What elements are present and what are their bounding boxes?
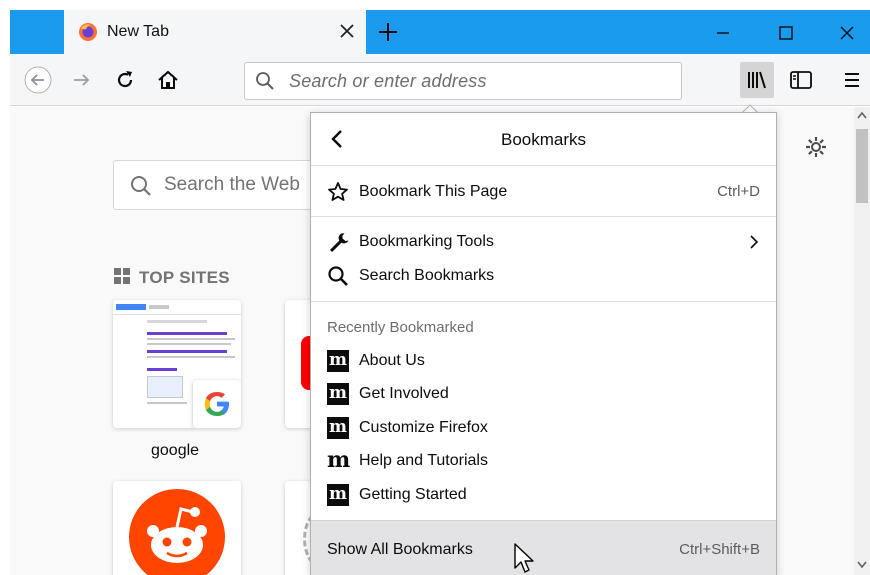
recent-bookmark-item[interactable]: m About Us	[311, 344, 776, 378]
gear-icon[interactable]	[804, 135, 828, 159]
mozilla-m-icon: m	[327, 350, 349, 372]
back-arrow-icon[interactable]	[24, 66, 52, 94]
scroll-down-arrow-icon[interactable]	[857, 561, 867, 569]
google-favicon-badge	[193, 380, 241, 428]
footer-label: Show All Bookmarks	[327, 541, 473, 558]
address-bar[interactable]: Search or enter address	[244, 62, 682, 100]
web-search-placeholder: Search the Web	[164, 174, 300, 195]
tab-new-tab[interactable]: New Tab	[64, 10, 366, 54]
close-window-icon[interactable]	[836, 22, 858, 44]
mozilla-m-icon: m	[327, 447, 351, 473]
tab-title: New Tab	[107, 23, 169, 40]
bookmarks-panel: Bookmarks Bookmark This Page Ctrl+D Book…	[310, 112, 777, 575]
search-bookmarks-item[interactable]: Search Bookmarks	[311, 259, 776, 293]
chevron-right-icon	[750, 235, 759, 249]
menu-item-label: Get Involved	[359, 385, 449, 402]
reload-icon[interactable]	[111, 66, 139, 94]
google-g-icon	[205, 392, 229, 416]
star-icon	[328, 182, 348, 201]
panel-title: Bookmarks	[500, 130, 587, 149]
mozilla-m-icon: m	[327, 417, 349, 439]
menu-item-label: Search Bookmarks	[359, 267, 495, 284]
menu-item-label: Bookmark This Page	[359, 183, 508, 200]
separator	[311, 301, 776, 302]
menu-item-label: Getting Started	[359, 486, 467, 503]
show-all-bookmarks-button[interactable]: Show All Bookmarks Ctrl+Shift+B	[311, 520, 776, 575]
recent-bookmark-item[interactable]: m Customize Firefox	[311, 411, 776, 445]
panel-header: Bookmarks	[311, 113, 776, 166]
menu-item-label: Help and Tutorials	[359, 452, 488, 469]
top-sites-heading: TOP SITES	[113, 267, 230, 288]
search-icon	[256, 72, 274, 90]
reddit-logo-icon	[129, 489, 225, 575]
top-site-label: google	[151, 442, 200, 459]
top-site-tile-reddit[interactable]	[113, 481, 241, 575]
search-icon	[131, 176, 151, 196]
library-icon	[748, 71, 766, 89]
recent-bookmark-item[interactable]: m Help and Tutorials	[311, 444, 776, 478]
browser-window: New Tab Search or enter address Search t…	[0, 0, 870, 575]
sidebar-icon[interactable]	[787, 66, 815, 94]
menu-item-label: Customize Firefox	[359, 419, 488, 436]
vertical-scrollbar[interactable]	[854, 107, 870, 575]
top-sites-label: TOP SITES	[139, 268, 230, 287]
title-bar: New Tab	[10, 10, 870, 54]
mozilla-m-icon: m	[327, 383, 349, 405]
recently-bookmarked-heading: Recently Bookmarked	[327, 319, 474, 336]
top-site-tile-google[interactable]	[113, 300, 241, 428]
hamburger-menu-icon[interactable]	[838, 66, 866, 94]
shortcut-label: Ctrl+D	[717, 183, 760, 200]
wrench-icon	[330, 233, 349, 252]
web-search-input[interactable]: Search the Web	[113, 160, 313, 210]
maximize-icon[interactable]	[775, 22, 797, 44]
address-placeholder: Search or enter address	[289, 71, 487, 91]
scroll-up-arrow-icon[interactable]	[857, 111, 867, 119]
bookmark-this-page-item[interactable]: Bookmark This Page Ctrl+D	[311, 175, 776, 209]
shortcut-label: Ctrl+Shift+B	[679, 541, 760, 558]
firefox-logo-icon	[79, 23, 97, 41]
mozilla-m-icon: m	[327, 484, 349, 506]
recent-bookmark-item[interactable]: m Get Involved	[311, 377, 776, 411]
close-tab-icon[interactable]	[336, 20, 358, 42]
menu-item-label: Bookmarking Tools	[359, 233, 494, 250]
library-button[interactable]	[740, 62, 774, 98]
recent-bookmark-item[interactable]: m Getting Started	[311, 478, 776, 512]
new-tab-plus-icon[interactable]	[376, 20, 400, 44]
menu-item-label: About Us	[359, 352, 425, 369]
navigation-toolbar: Search or enter address	[10, 54, 870, 106]
separator	[311, 216, 776, 217]
bookmarking-tools-item[interactable]: Bookmarking Tools	[311, 225, 776, 259]
search-icon	[328, 266, 348, 286]
home-icon[interactable]	[154, 66, 182, 94]
grid-icon	[114, 268, 130, 284]
scrollbar-thumb[interactable]	[856, 129, 868, 203]
forward-arrow-icon[interactable]	[68, 66, 96, 94]
mouse-cursor-icon	[514, 543, 534, 573]
minimize-icon[interactable]	[712, 22, 734, 44]
